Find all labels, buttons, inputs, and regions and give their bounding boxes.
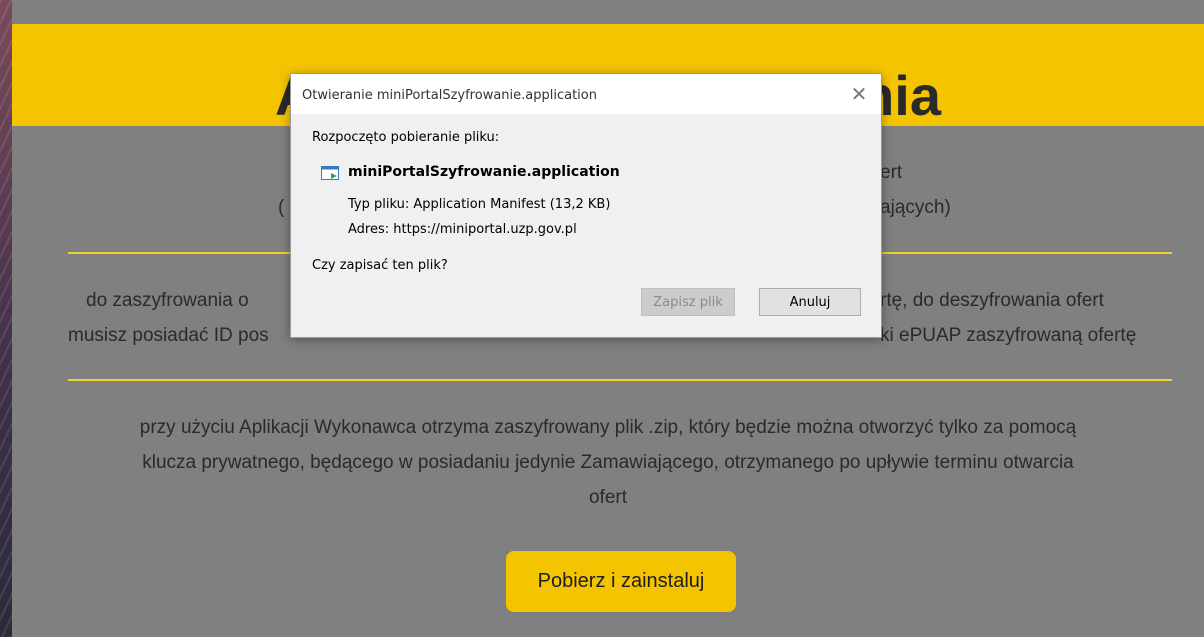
file-name: miniPortalSzyfrowanie.application bbox=[348, 164, 620, 180]
para2-line3: ofert bbox=[588, 487, 628, 508]
save-file-button[interactable]: Zapisz plik bbox=[641, 288, 735, 316]
intro-line-1: ert bbox=[880, 162, 903, 183]
divider-2 bbox=[68, 379, 1172, 381]
file-type: Typ pliku: Application Manifest (13,2 KB… bbox=[348, 197, 611, 212]
application-file-icon bbox=[321, 165, 339, 180]
dialog-titlebar: Otwieranie miniPortalSzyfrowanie.applica… bbox=[291, 74, 881, 114]
para1-line2-right: ki ePUAP zaszyfrowaną ofertę bbox=[880, 325, 1137, 346]
para1-line1-left: do zaszyfrowania o bbox=[86, 290, 249, 311]
dialog-title: Otwieranie miniPortalSzyfrowanie.applica… bbox=[302, 88, 597, 103]
intro-line-2-right: ających) bbox=[880, 197, 951, 218]
close-icon[interactable]: ✕ bbox=[847, 82, 871, 106]
para2-line1: przy użyciu Aplikacji Wykonawca otrzyma … bbox=[139, 417, 1077, 438]
para1-line1-right: rtę, do deszyfrowania ofert bbox=[880, 290, 1104, 311]
cancel-button[interactable]: Anuluj bbox=[759, 288, 861, 316]
download-dialog: Otwieranie miniPortalSzyfrowanie.applica… bbox=[290, 73, 882, 338]
dialog-body: Rozpoczęto pobieranie pliku: miniPortalS… bbox=[291, 114, 881, 337]
download-started-text: Rozpoczęto pobieranie pliku: bbox=[312, 130, 500, 145]
save-question: Czy zapisać ten plik? bbox=[312, 258, 448, 273]
file-address: Adres: https://miniportal.uzp.gov.pl bbox=[348, 222, 577, 237]
download-install-button[interactable]: Pobierz i zainstaluj bbox=[506, 551, 736, 612]
para1-line2-left: musisz posiadać ID pos bbox=[68, 325, 269, 346]
para2-line2: klucza prywatnego, będącego w posiadaniu… bbox=[142, 452, 1074, 473]
intro-line-2-left: ( bbox=[278, 197, 285, 218]
